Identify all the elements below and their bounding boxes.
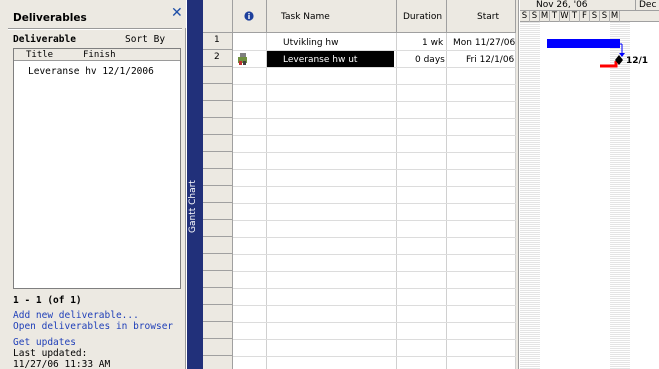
task-sheet: Task Name Duration Start Utvikling hw 1 … <box>203 0 516 369</box>
column-header-start[interactable]: Start <box>447 0 516 33</box>
pane-header: Deliverables ✕ <box>0 0 186 28</box>
row-number: 2 <box>214 52 220 62</box>
row-header[interactable]: 1 <box>203 33 233 50</box>
grid-line <box>233 50 516 51</box>
grid-line <box>233 67 516 68</box>
grid-line <box>233 254 516 255</box>
row-header[interactable] <box>203 288 233 305</box>
grid-line <box>233 152 516 153</box>
task-name-cell[interactable]: Utvikling hw <box>283 38 339 48</box>
task-bar[interactable] <box>547 39 620 48</box>
critical-path-marker <box>600 61 618 68</box>
grid-line <box>233 220 516 221</box>
divider <box>8 28 182 30</box>
row-number: 1 <box>214 35 220 45</box>
start-header-label: Start <box>477 12 499 22</box>
task-name-cell[interactable]: Leveranse hw ut <box>283 55 357 65</box>
deliverables-list: Title Finish Leveranse hv 12/1/2006 <box>13 48 181 289</box>
row-header[interactable] <box>203 152 233 169</box>
grid-line <box>233 339 516 340</box>
view-bar-label: Gantt Chart <box>188 180 198 234</box>
open-in-browser-link[interactable]: Open deliverables in browser <box>13 321 173 332</box>
get-updates-link[interactable]: Get updates <box>13 337 76 348</box>
row-header[interactable] <box>203 135 233 152</box>
duration-cell[interactable]: 1 wk <box>422 38 443 48</box>
grid-line <box>233 237 516 238</box>
grid-line <box>233 169 516 170</box>
grid-line <box>233 288 516 289</box>
row-header[interactable] <box>203 322 233 339</box>
row-header[interactable] <box>203 203 233 220</box>
grid-line <box>233 356 516 357</box>
row-header[interactable] <box>203 220 233 237</box>
row-header[interactable] <box>203 186 233 203</box>
row-header[interactable] <box>203 339 233 356</box>
add-deliverable-link[interactable]: Add new deliverable... <box>13 310 139 321</box>
row-header[interactable] <box>203 101 233 118</box>
select-all-corner[interactable] <box>203 0 233 33</box>
row-header[interactable] <box>203 271 233 288</box>
grid-line <box>233 322 516 323</box>
column-header-task-name[interactable]: Task Name <box>267 0 397 33</box>
grid-line <box>233 101 516 102</box>
row-header[interactable] <box>203 67 233 84</box>
grid-line <box>233 186 516 187</box>
duration-cell[interactable]: 0 days <box>415 55 445 65</box>
deliverable-label: Deliverable <box>13 34 76 45</box>
pane-title: Deliverables <box>13 12 87 24</box>
info-icon <box>244 11 254 21</box>
deliverable-icon[interactable] <box>237 53 249 65</box>
task-name-header-label: Task Name <box>281 12 330 22</box>
list-item[interactable]: Leveranse hv 12/1/2006 <box>28 66 154 77</box>
gantt-bars: 12/1 <box>547 39 648 68</box>
grid-line <box>233 84 516 85</box>
row-header[interactable] <box>203 84 233 101</box>
deliverables-pane: Deliverables ✕ Deliverable Sort By Title… <box>0 0 186 369</box>
grid-line <box>233 135 516 136</box>
grid-line <box>233 203 516 204</box>
row-header[interactable] <box>203 356 233 369</box>
row-header[interactable] <box>203 254 233 271</box>
column-header-indicators[interactable] <box>233 0 267 33</box>
list-header: Title Finish <box>14 49 180 61</box>
column-header-duration[interactable]: Duration <box>397 0 447 33</box>
sort-by-menu[interactable]: Sort By <box>125 34 165 45</box>
grid-line <box>233 118 516 119</box>
close-icon[interactable]: ✕ <box>171 6 183 20</box>
grid-line <box>233 271 516 272</box>
start-cell[interactable]: Mon 11/27/06 <box>453 38 515 48</box>
last-updated-label: Last updated: <box>13 348 88 359</box>
duration-header-label: Duration <box>403 12 443 22</box>
column-finish[interactable]: Finish <box>83 50 116 60</box>
last-updated-value: 11/27/06 11:33 AM <box>13 359 111 369</box>
grid-line <box>233 305 516 306</box>
deliverable-header: Deliverable Sort By <box>13 34 181 48</box>
milestone-label: 12/1 <box>626 56 648 66</box>
row-header[interactable] <box>203 169 233 186</box>
start-cell[interactable]: Fri 12/1/06 <box>466 55 514 65</box>
row-header[interactable] <box>203 237 233 254</box>
row-header[interactable]: 2 <box>203 50 233 67</box>
column-title[interactable]: Title <box>26 50 53 60</box>
row-header[interactable] <box>203 118 233 135</box>
row-header[interactable] <box>203 305 233 322</box>
result-count: 1 - 1 (of 1) <box>13 295 82 306</box>
